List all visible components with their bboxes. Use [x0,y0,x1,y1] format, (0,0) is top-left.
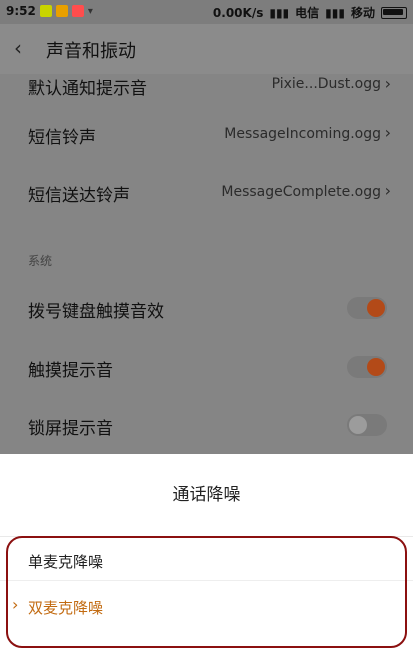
toggle-knob [349,416,367,434]
row-label: 拨号键盘触摸音效 [28,302,164,322]
row-touch-sound[interactable]: 触摸提示音 [0,338,413,396]
row-label: 短信铃声 [28,128,96,148]
row-label: 默认通知提示音 [28,79,147,99]
toggle-switch[interactable] [347,356,387,378]
app-icon-1 [39,5,52,17]
toggle-knob [367,358,385,376]
row-dial-pad-touch-sound[interactable]: 拨号键盘触摸音效 [0,279,413,337]
row-lock-screen-sound[interactable]: 锁屏提示音 [0,396,413,454]
header: ‹ 声音和振动 [0,24,413,74]
toggle-switch[interactable] [347,414,387,436]
row-value: MessageComplete.ogg [221,184,381,200]
signal-icon: ▮▮▮ [269,5,290,20]
row-value: MessageIncoming.ogg [224,126,381,142]
row-value: Pixie...Dust.ogg [271,76,381,92]
chevron-right-icon: › [384,181,391,200]
signal-mini-icon: ▾ [87,5,93,17]
row-label: 触摸提示音 [28,361,113,381]
status-bar: 9:52 ▾ 0.00K/s ▮▮▮ 电信 ▮▮▮ 移动 [0,0,413,24]
row-sms-delivered-ringtone[interactable]: 短信送达铃声 MessageComplete.ogg › [0,164,413,222]
row-label: 短信送达铃声 [28,186,130,206]
page-title: 声音和振动 [46,41,136,62]
status-time: 9:52 [6,4,36,18]
toggle-knob [367,299,385,317]
row-label: 锁屏提示音 [28,419,113,439]
status-right: 0.00K/s ▮▮▮ 电信 ▮▮▮ 移动 [213,4,407,21]
sheet-title: 通话降噪 [172,485,241,505]
app-icon-2 [55,5,68,17]
back-arrow-icon[interactable]: ‹ [14,37,36,59]
status-left: 9:52 ▾ [6,4,93,18]
row-sms-ringtone[interactable]: 短信铃声 MessageIncoming.ogg › [0,106,413,164]
battery-icon [381,6,407,19]
chevron-right-icon: › [384,74,391,93]
carrier-1: 电信 [295,6,320,20]
settings-list: 默认通知提示音 Pixie...Dust.ogg › 短信铃声 MessageI… [0,74,413,454]
bottom-sheet: 通话降噪 单麦克降噪 › 双麦克降噪 [0,454,413,650]
carrier-2: 移动 [350,6,375,20]
signal-icon-2: ▮▮▮ [325,5,345,20]
network-speed: 0.00K/s [212,5,264,20]
toggle-switch[interactable] [347,297,387,319]
section-title-system: 系统 [28,254,53,268]
app-icon-3 [71,5,84,17]
chevron-right-icon: › [384,123,391,142]
highlight-frame [6,536,407,648]
